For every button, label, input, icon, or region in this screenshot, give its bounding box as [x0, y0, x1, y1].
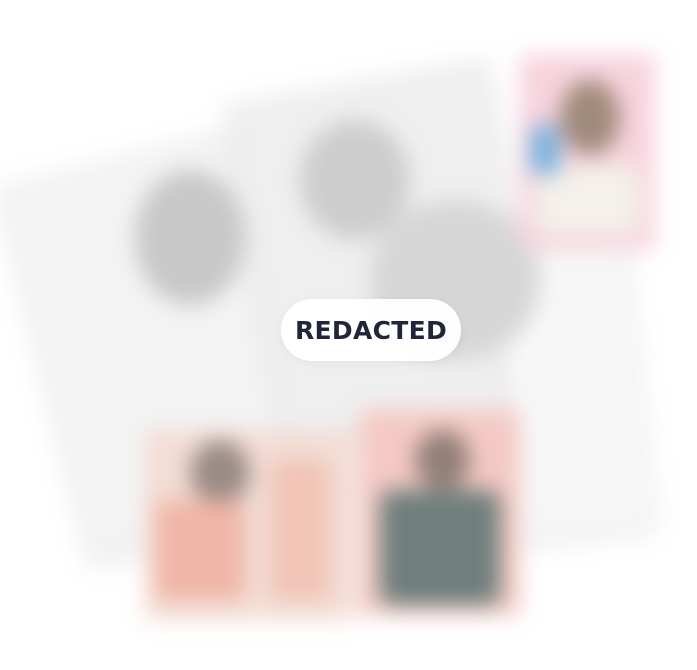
sketch-portrait-middle	[300, 120, 410, 240]
redacted-image: REDACTED	[0, 0, 697, 670]
redacted-badge: REDACTED	[281, 299, 461, 361]
photo-card-bottom-left	[145, 430, 355, 620]
photo-card-top-right	[520, 55, 655, 250]
sketch-portrait-left	[135, 170, 245, 305]
redacted-label: REDACTED	[294, 315, 448, 345]
photo-card-bottom-middle	[360, 410, 520, 615]
